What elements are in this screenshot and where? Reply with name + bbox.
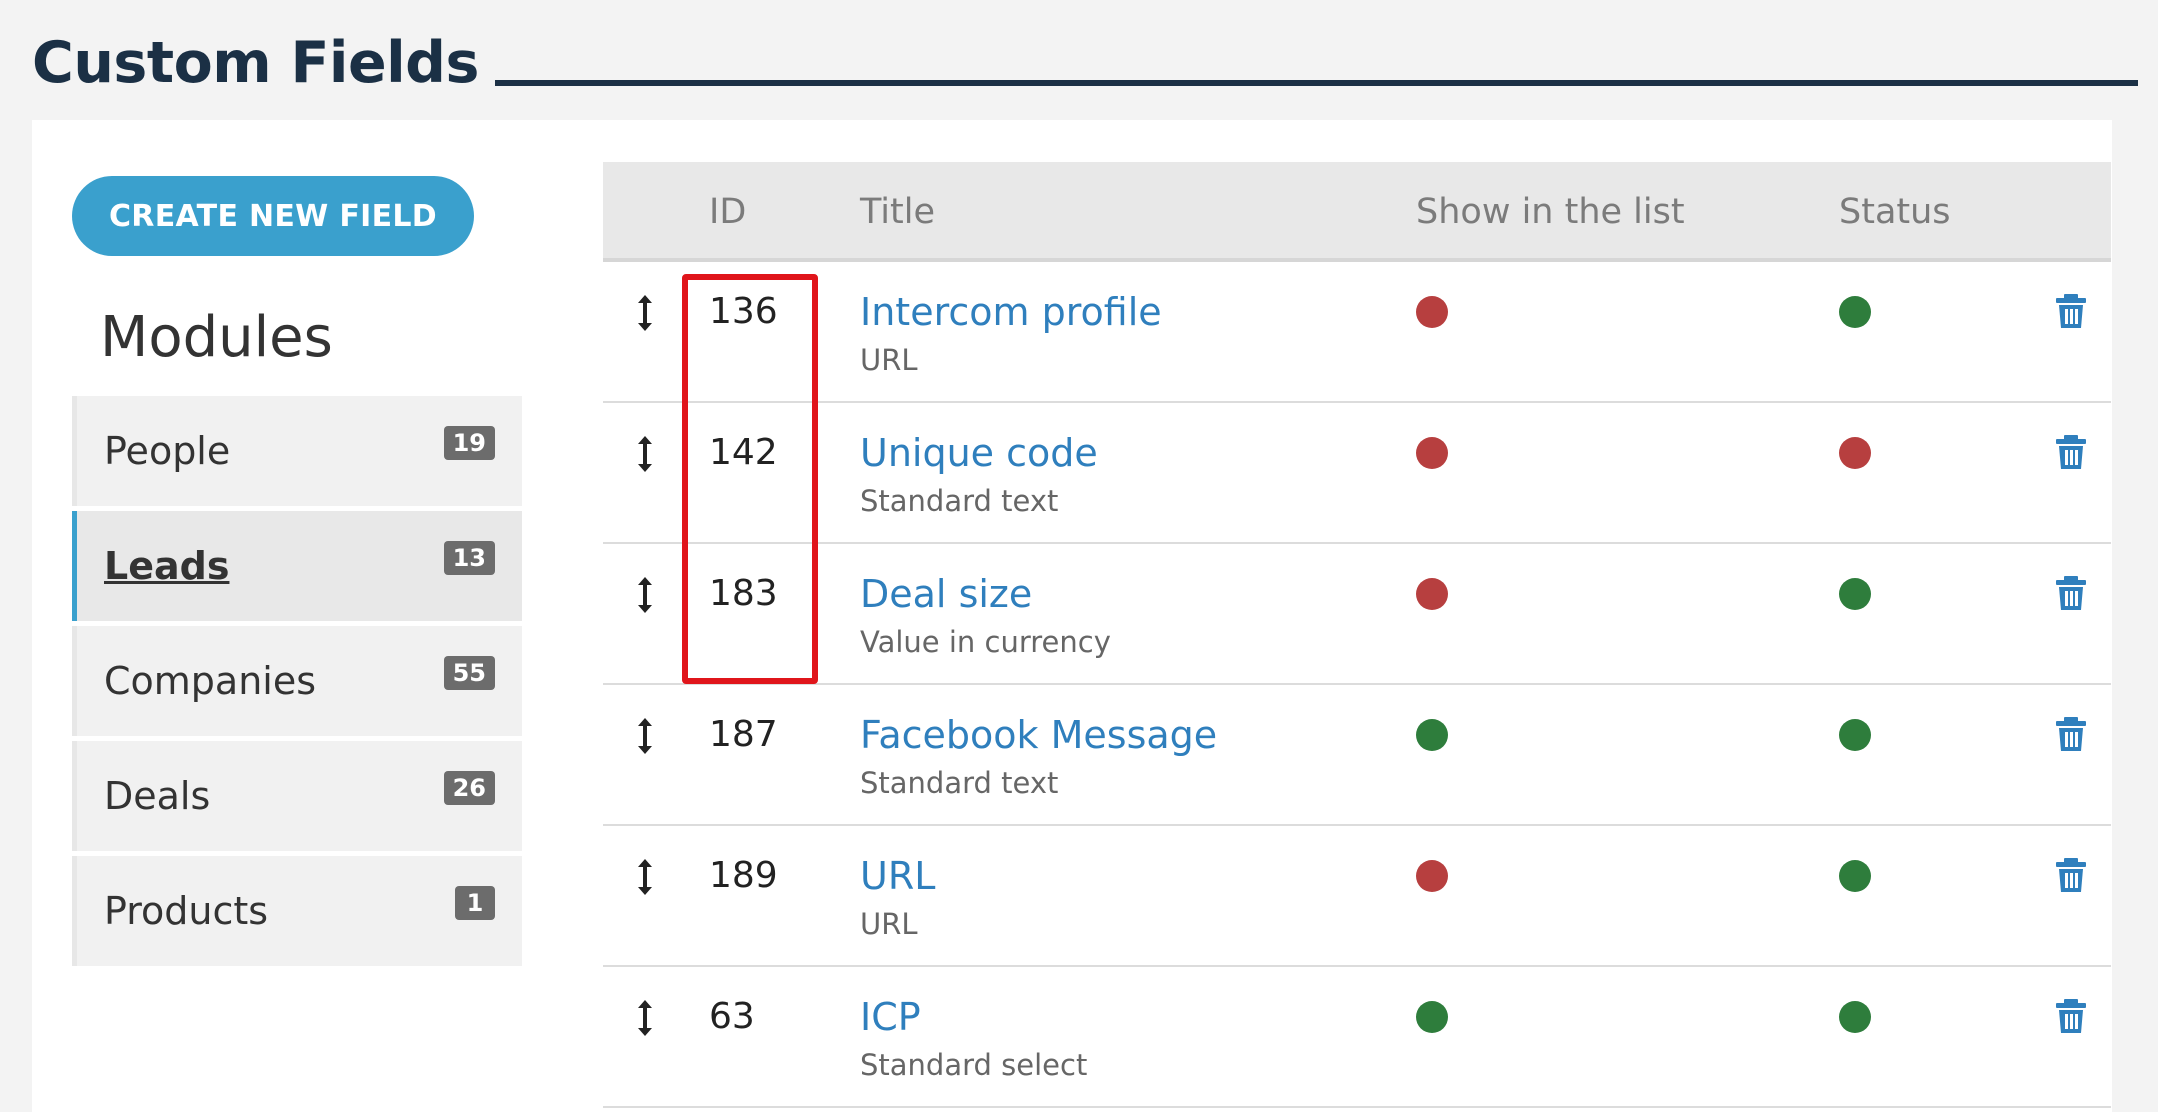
custom-fields-table: ID Title Show in the list Status 136 Int… xyxy=(603,162,2111,1108)
trash-icon[interactable] xyxy=(2055,716,2087,752)
create-new-field-button[interactable]: CREATE NEW FIELD xyxy=(72,176,474,256)
title-rule xyxy=(494,80,2138,86)
show-in-list-indicator[interactable] xyxy=(1416,719,1448,751)
drag-handle-icon[interactable] xyxy=(633,715,657,757)
show-in-list-indicator[interactable] xyxy=(1416,437,1448,469)
table-row: 142 Unique code Standard text xyxy=(603,403,2111,544)
field-title-link[interactable]: Unique code xyxy=(860,423,1098,483)
field-title-link[interactable]: Facebook Message xyxy=(860,705,1217,765)
field-title-link[interactable]: ICP xyxy=(860,987,921,1047)
sidebar-item-label: Deals xyxy=(104,774,211,818)
module-list: People 19 Leads 13 Companies 55 Deals 26… xyxy=(72,396,522,971)
column-header-title[interactable]: Title xyxy=(860,162,935,262)
count-badge: 26 xyxy=(443,771,495,805)
drag-handle-icon[interactable] xyxy=(633,292,657,334)
drag-handle-icon[interactable] xyxy=(633,997,657,1039)
show-in-list-indicator[interactable] xyxy=(1416,860,1448,892)
field-type: Standard text xyxy=(860,484,1059,518)
count-badge: 55 xyxy=(443,656,495,690)
trash-icon[interactable] xyxy=(2055,998,2087,1034)
status-indicator[interactable] xyxy=(1839,437,1871,469)
trash-icon[interactable] xyxy=(2055,575,2087,611)
table-row: 136 Intercom profile URL xyxy=(603,262,2111,403)
table-row: 189 URL URL xyxy=(603,826,2111,967)
field-id: 187 xyxy=(709,714,778,755)
sidebar-item-people[interactable]: People 19 xyxy=(72,396,522,506)
count-badge: 13 xyxy=(443,541,495,575)
sidebar-item-label: People xyxy=(104,429,231,473)
field-type: Value in currency xyxy=(860,625,1111,659)
sidebar-item-companies[interactable]: Companies 55 xyxy=(72,626,522,736)
field-id: 63 xyxy=(709,996,755,1037)
drag-handle-icon[interactable] xyxy=(633,433,657,475)
field-title-link[interactable]: URL xyxy=(860,846,935,906)
status-indicator[interactable] xyxy=(1839,1001,1871,1033)
table-row: 63 ICP Standard select xyxy=(603,967,2111,1108)
field-type: Standard select xyxy=(860,1048,1088,1082)
drag-handle-icon[interactable] xyxy=(633,856,657,898)
sidebar-item-products[interactable]: Products 1 xyxy=(72,856,522,966)
trash-icon[interactable] xyxy=(2055,434,2087,470)
column-header-id[interactable]: ID xyxy=(709,162,746,262)
status-indicator[interactable] xyxy=(1839,296,1871,328)
table-header: ID Title Show in the list Status xyxy=(603,162,2111,262)
field-id: 142 xyxy=(709,432,778,473)
show-in-list-indicator[interactable] xyxy=(1416,1001,1448,1033)
field-type: URL xyxy=(860,907,918,941)
status-indicator[interactable] xyxy=(1839,719,1871,751)
show-in-list-indicator[interactable] xyxy=(1416,296,1448,328)
column-header-show-in-list[interactable]: Show in the list xyxy=(1416,162,1685,262)
page: Custom Fields CREATE NEW FIELD Modules P… xyxy=(0,0,2158,1112)
drag-handle-icon[interactable] xyxy=(633,574,657,616)
status-indicator[interactable] xyxy=(1839,860,1871,892)
field-id: 189 xyxy=(709,855,778,896)
sidebar-item-label: Products xyxy=(104,889,269,933)
sidebar-item-leads[interactable]: Leads 13 xyxy=(72,511,522,621)
sidebar-item-label: Companies xyxy=(104,659,317,703)
status-indicator[interactable] xyxy=(1839,578,1871,610)
field-type: URL xyxy=(860,343,918,377)
table-row: 187 Facebook Message Standard text xyxy=(603,685,2111,826)
trash-icon[interactable] xyxy=(2055,857,2087,893)
sidebar-item-label: Leads xyxy=(104,544,230,588)
field-title-link[interactable]: Deal size xyxy=(860,564,1032,624)
field-type: Standard text xyxy=(860,766,1059,800)
field-id: 136 xyxy=(709,291,778,332)
page-header: Custom Fields xyxy=(32,28,2138,98)
field-title-link[interactable]: Intercom profile xyxy=(860,282,1162,342)
trash-icon[interactable] xyxy=(2055,293,2087,329)
field-id: 183 xyxy=(709,573,778,614)
count-badge: 1 xyxy=(455,886,495,920)
show-in-list-indicator[interactable] xyxy=(1416,578,1448,610)
count-badge: 19 xyxy=(443,426,495,460)
page-title: Custom Fields xyxy=(32,30,479,96)
table-row: 183 Deal size Value in currency xyxy=(603,544,2111,685)
modules-heading: Modules xyxy=(100,305,333,370)
sidebar-item-deals[interactable]: Deals 26 xyxy=(72,741,522,851)
column-header-status[interactable]: Status xyxy=(1839,162,1951,262)
